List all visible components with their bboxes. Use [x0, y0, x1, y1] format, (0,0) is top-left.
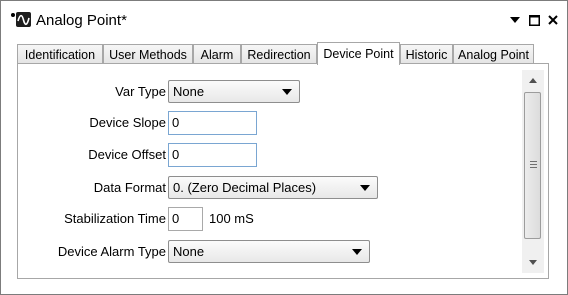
- analog-point-window: Analog Point* Identification User Method…: [0, 0, 568, 295]
- device-offset-field[interactable]: 0: [168, 143, 257, 167]
- scroll-down-arrow-icon[interactable]: [529, 260, 537, 265]
- tab-identification[interactable]: Identification: [17, 44, 103, 64]
- device-alarm-type-value: None: [173, 244, 205, 259]
- scrollbar-thumb[interactable]: [524, 92, 541, 239]
- var-type-label: Var Type: [115, 84, 166, 99]
- grip-icon: [530, 161, 537, 168]
- tab-alarm[interactable]: Alarm: [193, 44, 241, 64]
- device-point-panel: Var Type None Device Slope 0 Device Offs…: [17, 63, 549, 279]
- tab-user-methods[interactable]: User Methods: [103, 44, 193, 64]
- chevron-down-icon: [352, 249, 362, 255]
- device-alarm-type-select[interactable]: None: [168, 240, 370, 263]
- scroll-up-arrow-icon[interactable]: [529, 78, 537, 83]
- device-offset-row: Device Offset 0: [18, 143, 518, 167]
- window-title: Analog Point*: [36, 12, 127, 29]
- chevron-down-icon: [282, 89, 292, 95]
- data-format-label: Data Format: [93, 180, 166, 195]
- tab-analog-point[interactable]: Analog Point: [453, 44, 534, 64]
- var-type-row: Var Type None: [18, 80, 518, 104]
- stabilization-time-unit: 100 mS: [209, 211, 254, 226]
- chevron-down-icon: [360, 185, 370, 191]
- stabilization-time-row: Stabilization Time 0 100 mS: [18, 207, 518, 231]
- stabilization-time-field[interactable]: 0: [168, 207, 203, 231]
- device-slope-label: Device Slope: [89, 115, 166, 130]
- data-format-row: Data Format 0. (Zero Decimal Places): [18, 176, 518, 200]
- analog-wave-icon: [11, 12, 31, 27]
- device-offset-label: Device Offset: [88, 147, 166, 162]
- device-slope-row: Device Slope 0: [18, 111, 518, 135]
- var-type-select[interactable]: None: [168, 80, 300, 103]
- tab-historic[interactable]: Historic: [400, 44, 453, 64]
- dropdown-menu-icon[interactable]: [507, 12, 523, 28]
- close-icon[interactable]: [545, 12, 561, 28]
- device-slope-field[interactable]: 0: [168, 111, 257, 135]
- maximize-icon[interactable]: [526, 12, 542, 28]
- vertical-scrollbar[interactable]: [522, 70, 544, 273]
- tab-device-point[interactable]: Device Point: [317, 42, 400, 65]
- device-alarm-type-row: Device Alarm Type None: [18, 240, 518, 264]
- device-alarm-type-label: Device Alarm Type: [57, 244, 166, 259]
- data-format-value: 0. (Zero Decimal Places): [173, 180, 317, 195]
- data-format-select[interactable]: 0. (Zero Decimal Places): [168, 176, 378, 199]
- tab-strip: Identification User Methods Alarm Redire…: [17, 42, 557, 65]
- tab-redirection[interactable]: Redirection: [241, 44, 317, 64]
- stabilization-time-label: Stabilization Time: [64, 211, 166, 226]
- title-bar: Analog Point*: [2, 2, 566, 38]
- var-type-value: None: [173, 84, 205, 99]
